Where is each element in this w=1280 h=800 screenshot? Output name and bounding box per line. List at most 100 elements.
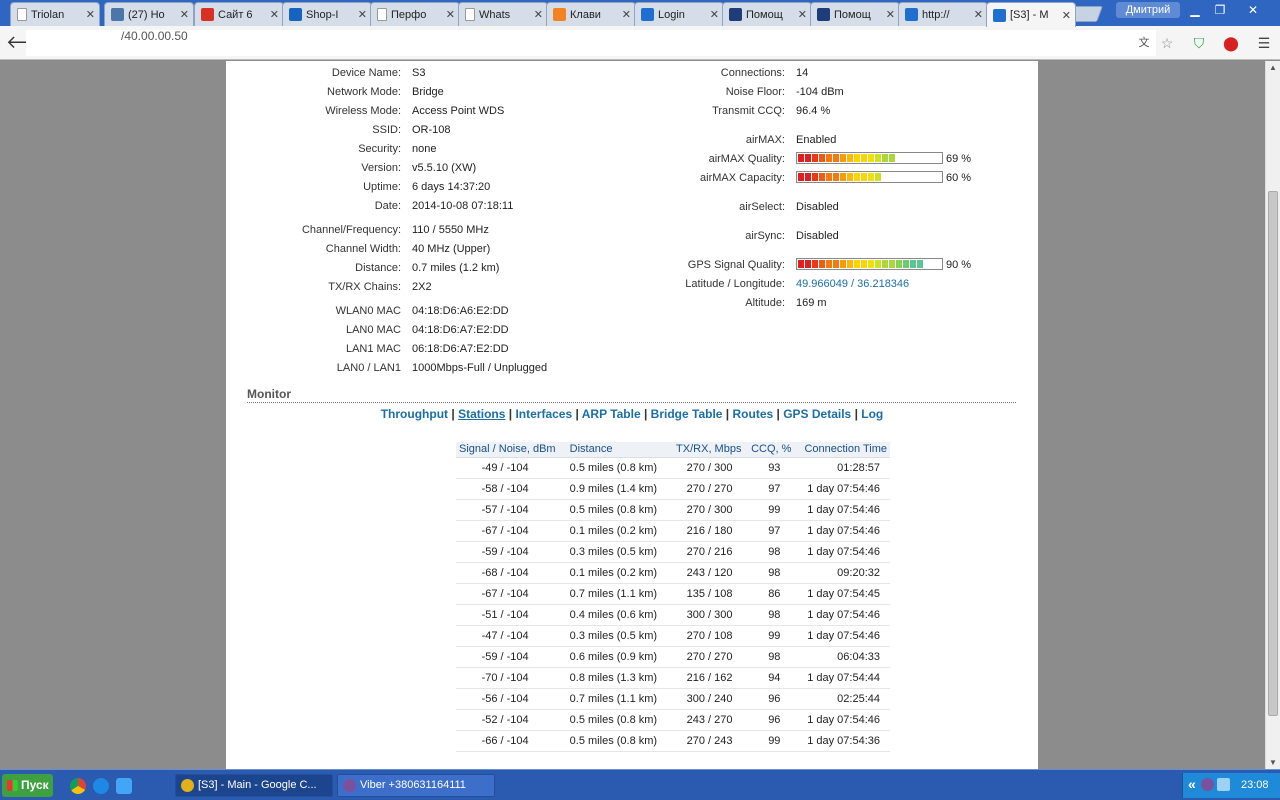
browser-tab[interactable]: Клави ✕ (546, 2, 636, 26)
app-quicklaunch-icon[interactable] (116, 778, 132, 794)
monitor-tab-interfaces[interactable]: Interfaces (515, 407, 572, 421)
close-tab-icon[interactable]: ✕ (180, 8, 189, 21)
status-value: Enabled (796, 134, 837, 146)
chrome-quicklaunch-icon[interactable] (70, 778, 86, 794)
table-cell: 94 (744, 667, 795, 689)
scrollbar-thumb[interactable] (1268, 191, 1278, 716)
status-value: S3 (412, 67, 426, 79)
status-value: 04:18:D6:A6:E2:DD (412, 305, 509, 317)
monitor-tab-throughput[interactable]: Throughput (381, 407, 448, 421)
scroll-up-icon[interactable]: ▲ (1269, 63, 1277, 72)
shield-check-icon[interactable]: ⛉ (1189, 33, 1209, 53)
tab-title: http:// (922, 8, 950, 21)
monitor-tab-gps-details[interactable]: GPS Details (783, 407, 851, 421)
monitor-tab-log[interactable]: Log (861, 407, 883, 421)
table-cell: 86 (744, 583, 795, 605)
close-tab-icon[interactable]: ✕ (86, 8, 95, 21)
viber-tray-icon[interactable] (1201, 778, 1214, 791)
close-tab-icon[interactable]: ✕ (622, 8, 631, 21)
close-tab-icon[interactable]: ✕ (886, 8, 895, 21)
close-tab-icon[interactable]: ✕ (710, 8, 719, 21)
table-cell: 96 (744, 688, 795, 710)
column-header[interactable]: TX/RX, Mbps (667, 442, 745, 458)
browser-tab[interactable]: Whats ✕ (458, 2, 548, 26)
profile-button[interactable]: Дмитрий (1116, 2, 1180, 18)
vertical-scrollbar[interactable]: ▲ ▼ (1265, 61, 1280, 769)
browser-tab[interactable]: Помощ ✕ (810, 2, 900, 26)
table-cell: 243 / 120 (667, 562, 745, 584)
status-value: 169 m (796, 297, 827, 309)
ubnt-icon (817, 8, 830, 21)
ie-quicklaunch-icon[interactable] (93, 778, 109, 794)
status-value: 0.7 miles (1.2 km) (412, 262, 500, 274)
close-tab-icon[interactable]: ✕ (534, 8, 543, 21)
status-value: -104 dBm (796, 86, 844, 98)
status-label: Uptime: (363, 181, 401, 193)
browser-tab[interactable]: Помощ ✕ (722, 2, 812, 26)
browser-tab[interactable]: Перфо ✕ (370, 2, 460, 26)
tray-expand-icon[interactable]: « (1188, 776, 1196, 792)
browser-tab[interactable]: Сайт 6 ✕ (194, 2, 284, 26)
table-cell: -59 / -104 (456, 541, 567, 563)
table-cell: 0.5 miles (0.8 km) (566, 457, 668, 479)
monitor-tab-arp-table[interactable]: ARP Table (582, 407, 641, 421)
scroll-down-icon[interactable]: ▼ (1269, 758, 1277, 767)
browser-tab[interactable]: http:// ✕ (898, 2, 988, 26)
address-bar[interactable]: /40.00.00.50 (26, 29, 1156, 56)
coordinates-link[interactable]: 49.966049 / 36.218346 (796, 278, 909, 290)
table-row: -56 / -104 0.7 miles (1.1 km) 300 / 240 96 0… (456, 688, 890, 710)
status-label: Version: (361, 162, 401, 174)
close-tab-icon[interactable]: ✕ (446, 8, 455, 21)
browser-tab-strip: Triolan ✕ (27) Но ✕ Сайт 6 ✕ Shop-I ✕ Перфо ✕ What… (0, 0, 1280, 27)
monitor-tab-stations[interactable]: Stations (458, 407, 505, 421)
rss-icon (905, 8, 918, 21)
opera-icon[interactable]: ⬤ (1221, 33, 1241, 53)
close-tab-icon[interactable]: ✕ (798, 8, 807, 21)
minimize-icon[interactable]: ▁ (1182, 1, 1208, 19)
browser-tab[interactable]: Login ✕ (634, 2, 724, 26)
start-button[interactable]: Пуск (2, 774, 53, 797)
column-header[interactable]: Distance (566, 442, 668, 458)
rss-icon (993, 8, 1006, 22)
column-header[interactable]: Signal / Noise, dBm (456, 442, 567, 458)
table-row: -59 / -104 0.3 miles (0.5 km) 270 / 216 98 1… (456, 541, 890, 563)
status-label: GPS Signal Quality: (687, 259, 785, 271)
browser-tab[interactable]: Shop-I ✕ (282, 2, 372, 26)
column-header[interactable]: CCQ, % (744, 442, 795, 458)
back-arrow-icon[interactable]: 🡐 (6, 31, 54, 53)
system-tray: « 23:08 (1182, 773, 1280, 798)
translate-icon[interactable]: 文 (1134, 33, 1154, 53)
column-header[interactable]: Connection Time (794, 442, 890, 458)
close-tab-icon[interactable]: ✕ (358, 8, 367, 21)
menu-icon[interactable]: ☰ (1254, 33, 1274, 53)
status-label: LAN0 MAC (345, 324, 401, 336)
status-label: Device Name: (331, 67, 401, 79)
network-tray-icon[interactable] (1217, 778, 1230, 791)
restore-icon[interactable]: ❐ (1207, 1, 1233, 19)
close-tab-icon[interactable]: ✕ (974, 8, 983, 21)
taskbar-button[interactable]: [S3] - Main - Google C... (175, 774, 333, 797)
star-icon[interactable]: ☆ (1157, 33, 1177, 53)
status-label: airMAX Capacity: (700, 172, 785, 184)
close-window-icon[interactable]: ✕ (1240, 1, 1266, 19)
status-label: LAN1 MAC (345, 343, 401, 355)
table-cell: 270 / 300 (667, 457, 745, 479)
nav-separator: | (722, 407, 733, 421)
status-label: Channel Width: (325, 243, 401, 255)
table-cell: 97 (744, 478, 795, 500)
table-cell: 270 / 216 (667, 541, 745, 563)
status-value: Bridge (412, 86, 444, 98)
close-tab-icon[interactable]: ✕ (1062, 9, 1071, 22)
browser-tab[interactable]: (27) Но ✕ (104, 2, 194, 26)
monitor-tab-routes[interactable]: Routes (733, 407, 774, 421)
browser-tab[interactable]: [S3] - M ✕ (986, 2, 1076, 27)
windows-flag-icon (7, 780, 18, 791)
monitor-tab-bridge-table[interactable]: Bridge Table (651, 407, 723, 421)
browser-tab[interactable]: Triolan ✕ (10, 2, 100, 26)
status-value: Disabled (796, 201, 839, 213)
monitor-nav: Throughput | Stations | Interfaces | ARP… (226, 407, 1038, 421)
table-cell: 1 day 07:54:46 (794, 520, 890, 542)
table-cell: 1 day 07:54:46 (794, 541, 890, 563)
close-tab-icon[interactable]: ✕ (270, 8, 279, 21)
taskbar-button[interactable]: Viber +380631164111 (337, 774, 495, 797)
